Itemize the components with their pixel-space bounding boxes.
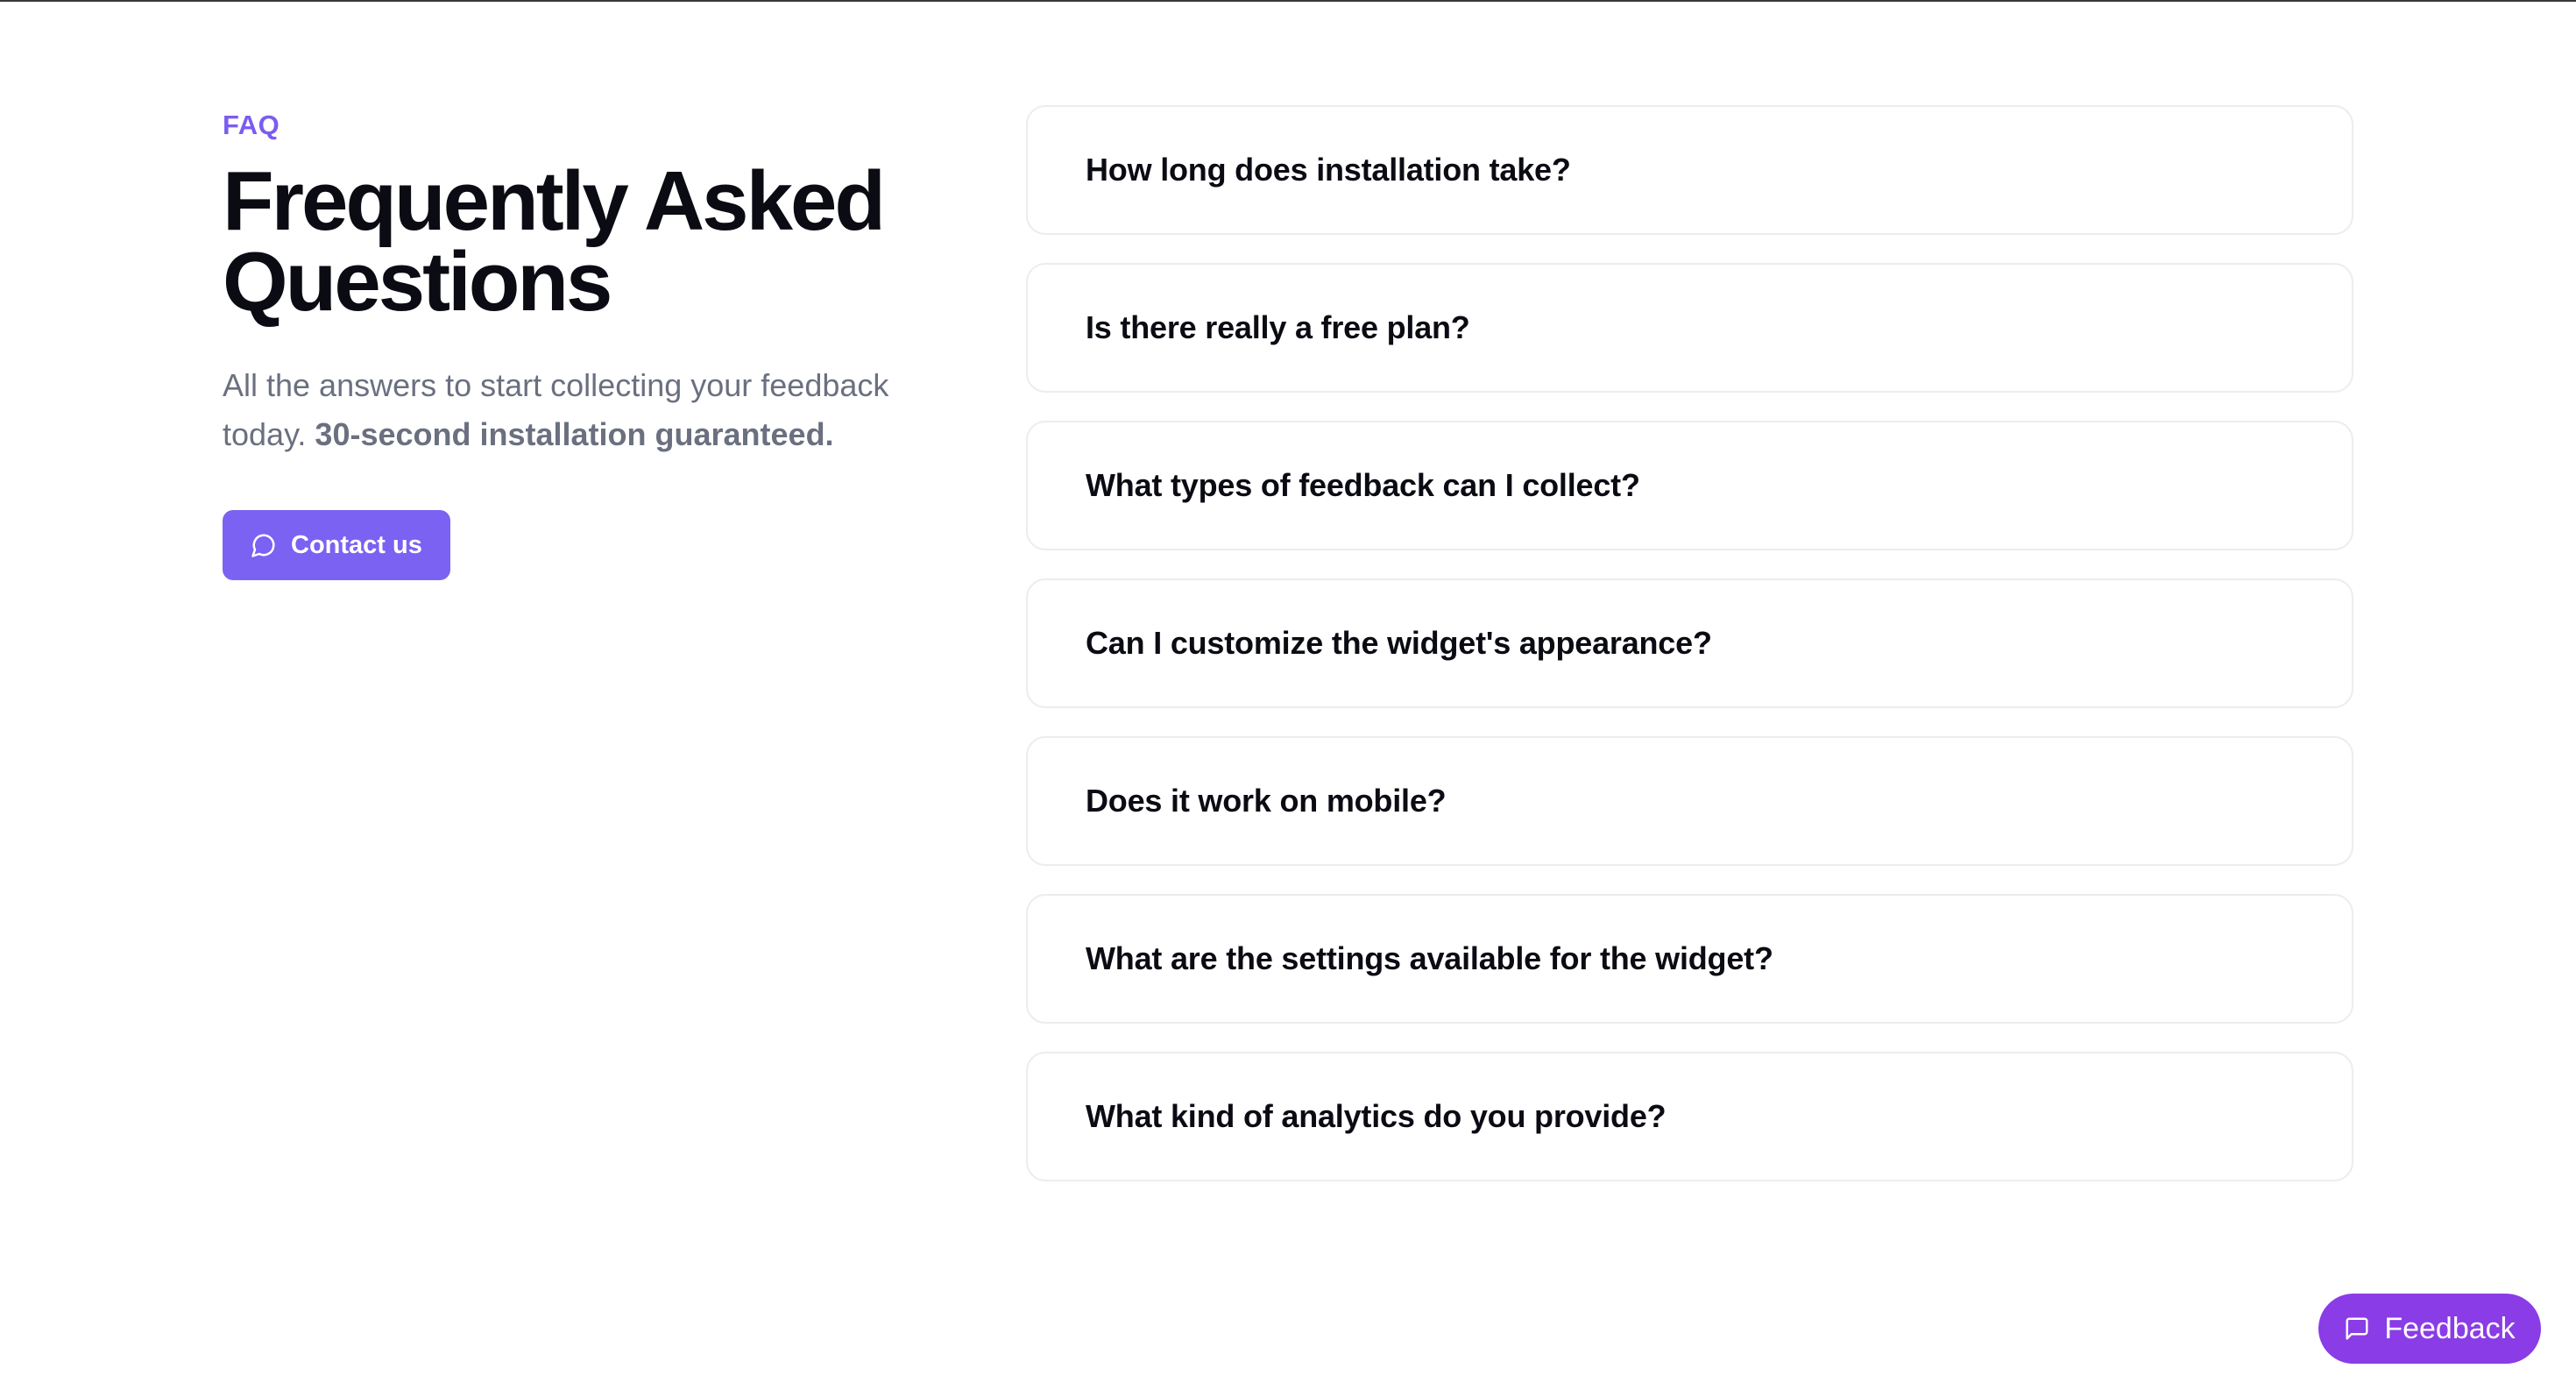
faq-question: How long does installation take?: [1086, 152, 1571, 188]
faq-item[interactable]: Can I customize the widget's appearance?: [1026, 578, 2353, 708]
faq-intro: FAQ Frequently Asked Questions All the a…: [223, 107, 976, 580]
contact-us-label: Contact us: [291, 530, 422, 559]
faq-item[interactable]: Does it work on mobile?: [1026, 736, 2353, 866]
faq-item[interactable]: What types of feedback can I collect?: [1026, 421, 2353, 550]
page-subtitle: All the answers to start collecting your…: [223, 361, 941, 459]
page-title: Frequently Asked Questions: [223, 154, 886, 329]
top-divider: [0, 0, 2576, 2]
faq-question: Is there really a free plan?: [1086, 309, 1470, 345]
subtitle-highlight: 30-second installation guaranteed.: [315, 416, 834, 452]
faq-item[interactable]: What kind of analytics do you provide?: [1026, 1052, 2353, 1181]
chat-bubble-icon: [251, 532, 277, 558]
faq-list: How long does installation take? Is ther…: [1026, 105, 2353, 1209]
section-eyebrow: FAQ: [223, 110, 280, 140]
feedback-label: Feedback: [2384, 1311, 2516, 1345]
faq-question: Can I customize the widget's appearance?: [1086, 625, 1712, 661]
feedback-widget-button[interactable]: Feedback: [2318, 1294, 2541, 1364]
faq-item[interactable]: What are the settings available for the …: [1026, 894, 2353, 1024]
faq-question: What are the settings available for the …: [1086, 940, 1773, 976]
faq-question: What kind of analytics do you provide?: [1086, 1098, 1667, 1134]
faq-question: What types of feedback can I collect?: [1086, 467, 1640, 503]
faq-page: FAQ Frequently Asked Questions All the a…: [0, 0, 2576, 1397]
faq-item[interactable]: Is there really a free plan?: [1026, 263, 2353, 393]
faq-item[interactable]: How long does installation take?: [1026, 105, 2353, 235]
contact-us-button[interactable]: Contact us: [223, 510, 450, 580]
message-square-icon: [2344, 1315, 2370, 1342]
faq-question: Does it work on mobile?: [1086, 783, 1447, 819]
